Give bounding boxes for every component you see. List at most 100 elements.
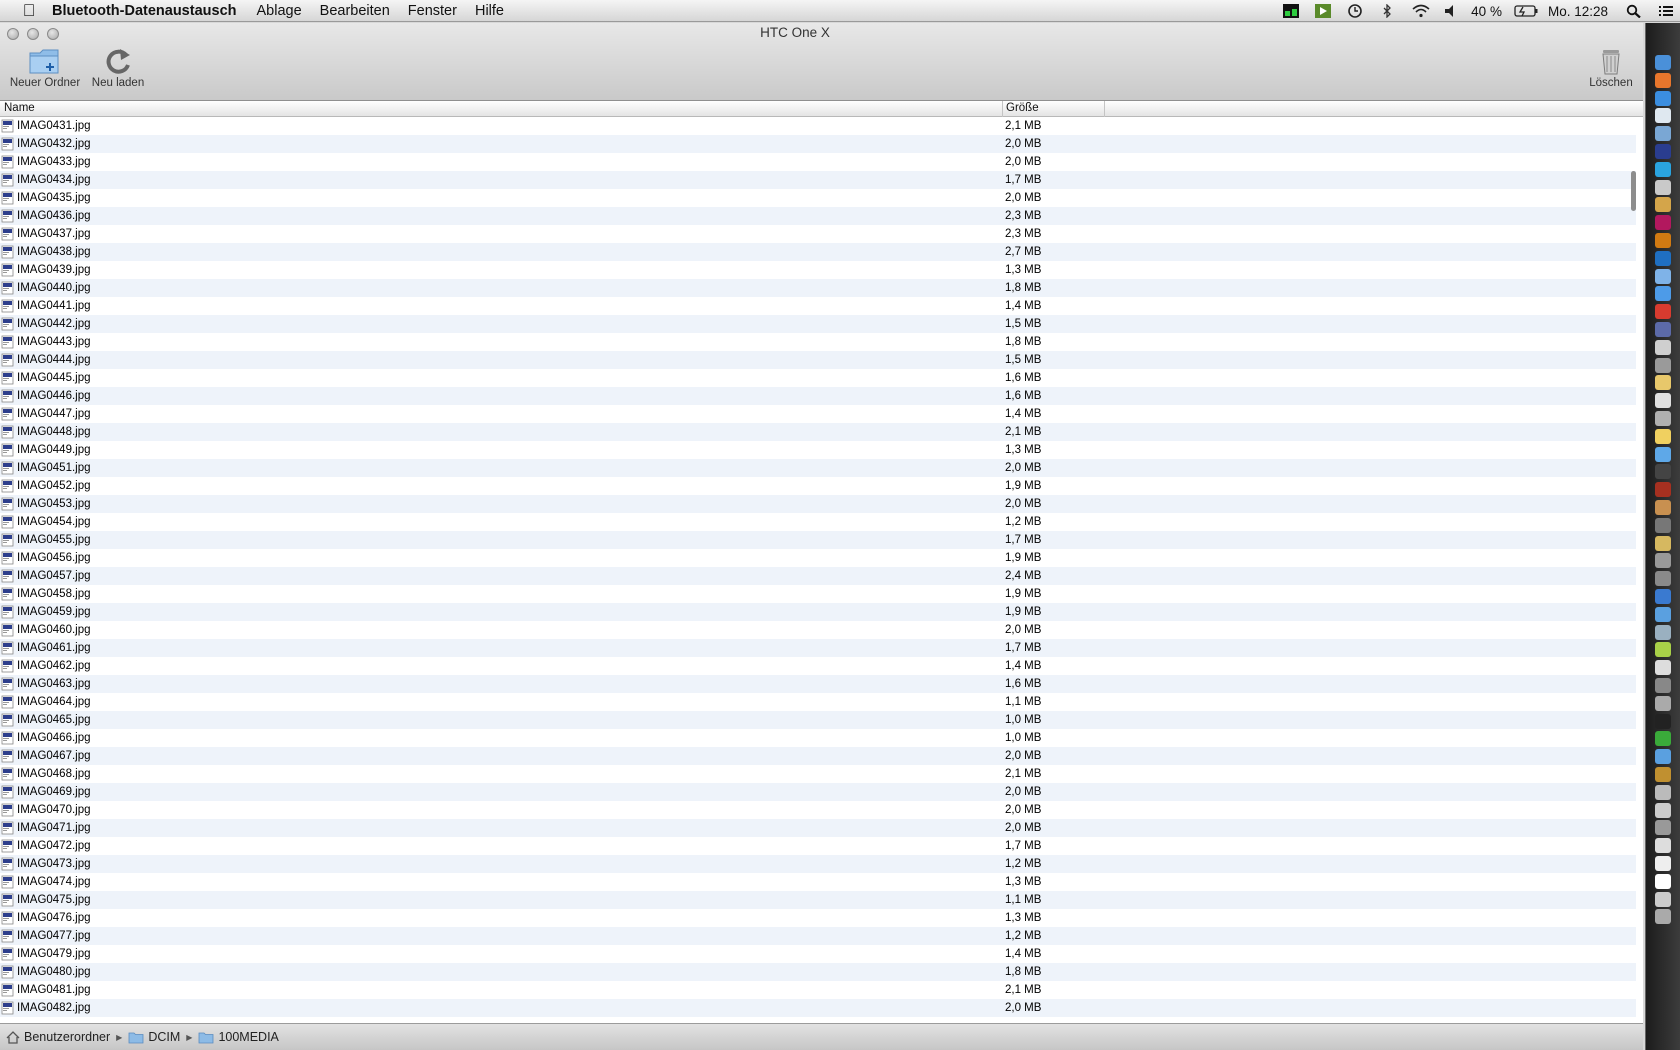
file-row[interactable]: IMAG0435.jpg 2,0 MB (0, 189, 1636, 207)
app-icon[interactable] (1655, 624, 1671, 640)
firefox-icon[interactable] (1655, 72, 1671, 88)
column-divider[interactable] (1002, 101, 1003, 117)
menu-clock[interactable]: Mo. 12:28 (1548, 4, 1608, 19)
app-icon[interactable] (1655, 144, 1671, 159)
file-row[interactable]: IMAG0477.jpg 1,2 MB (0, 927, 1636, 945)
app-icon[interactable] (1655, 606, 1671, 622)
file-row[interactable]: IMAG0470.jpg 2,0 MB (0, 801, 1636, 819)
file-row[interactable]: IMAG0445.jpg 1,6 MB (0, 369, 1636, 387)
notes-icon[interactable] (1655, 428, 1671, 444)
activity-monitor-icon[interactable] (1283, 4, 1300, 18)
file-row[interactable]: IMAG0442.jpg 1,5 MB (0, 315, 1636, 333)
finder-icon[interactable] (1655, 55, 1671, 70)
file-row[interactable]: IMAG0444.jpg 1,5 MB (0, 351, 1636, 369)
app-icon[interactable] (1655, 891, 1671, 907)
file-row[interactable]: IMAG0482.jpg 2,0 MB (0, 999, 1636, 1017)
reload-button[interactable]: Neu laden (88, 47, 148, 89)
file-row[interactable]: IMAG0475.jpg 1,1 MB (0, 891, 1636, 909)
delete-button[interactable]: Löschen (1584, 47, 1638, 89)
app-icon[interactable] (1655, 678, 1671, 693)
app-icon[interactable] (1655, 784, 1671, 800)
app-icon[interactable] (1655, 535, 1671, 551)
menu-bearbeiten[interactable]: Bearbeiten (320, 3, 390, 19)
trash-icon[interactable] (1655, 909, 1671, 925)
app-icon[interactable] (1655, 339, 1671, 355)
path-item-home[interactable]: Benutzerordner (6, 1030, 110, 1044)
app-icon[interactable] (1655, 767, 1671, 782)
file-row[interactable]: IMAG0473.jpg 1,2 MB (0, 855, 1636, 873)
app-icon[interactable] (1655, 856, 1671, 871)
safari-icon[interactable] (1655, 90, 1671, 106)
calendar-icon[interactable] (1655, 393, 1671, 409)
file-row[interactable]: IMAG0454.jpg 1,2 MB (0, 513, 1636, 531)
app-icon[interactable] (1655, 695, 1671, 711)
app-icon[interactable] (1655, 411, 1671, 426)
apple-menu-icon[interactable]:  (18, 1, 40, 21)
chrome-icon[interactable] (1655, 179, 1671, 195)
column-header-size[interactable]: Größe (1006, 102, 1039, 116)
app-icon[interactable] (1655, 357, 1671, 373)
file-row[interactable]: IMAG0449.jpg 1,3 MB (0, 441, 1636, 459)
app-icon[interactable] (1655, 571, 1671, 587)
file-row[interactable]: IMAG0466.jpg 1,0 MB (0, 729, 1636, 747)
file-list[interactable]: IMAG0431.jpg 2,1 MB IMAG0432.jpg 2,0 MB IMAG… (0, 117, 1636, 1023)
file-row[interactable]: IMAG0462.jpg 1,4 MB (0, 657, 1636, 675)
app-icon[interactable] (1655, 517, 1671, 533)
file-row[interactable]: IMAG0481.jpg 2,1 MB (0, 981, 1636, 999)
messages-icon[interactable] (1655, 446, 1671, 462)
app-icon[interactable] (1655, 820, 1671, 836)
file-row[interactable]: IMAG0434.jpg 1,7 MB (0, 171, 1636, 189)
file-row[interactable]: IMAG0471.jpg 2,0 MB (0, 819, 1636, 837)
file-row[interactable]: IMAG0439.jpg 1,3 MB (0, 261, 1636, 279)
preview-icon[interactable] (1655, 126, 1671, 142)
file-row[interactable]: IMAG0436.jpg 2,3 MB (0, 207, 1636, 225)
path-item-100media[interactable]: 100MEDIA (198, 1030, 279, 1044)
battery-icon[interactable] (1514, 4, 1538, 18)
app-icon[interactable] (1655, 838, 1671, 854)
file-row[interactable]: IMAG0456.jpg 1,9 MB (0, 549, 1636, 567)
app-icon[interactable] (1655, 731, 1671, 747)
file-row[interactable]: IMAG0463.jpg 1,6 MB (0, 675, 1636, 693)
app-icon[interactable] (1655, 322, 1671, 337)
itunes-icon[interactable] (1655, 268, 1671, 284)
vertical-scrollbar[interactable] (1631, 171, 1636, 211)
file-row[interactable]: IMAG0437.jpg 2,3 MB (0, 225, 1636, 243)
file-row[interactable]: IMAG0472.jpg 1,7 MB (0, 837, 1636, 855)
app-icon[interactable] (1655, 660, 1671, 676)
file-row[interactable]: IMAG0460.jpg 2,0 MB (0, 621, 1636, 639)
file-row[interactable]: IMAG0447.jpg 1,4 MB (0, 405, 1636, 423)
app-icon[interactable] (1655, 642, 1671, 658)
camera-icon[interactable] (1655, 464, 1671, 480)
file-row[interactable]: IMAG0458.jpg 1,9 MB (0, 585, 1636, 603)
photobooth-icon[interactable] (1655, 482, 1671, 498)
file-row[interactable]: IMAG0459.jpg 1,9 MB (0, 603, 1636, 621)
file-row[interactable]: IMAG0452.jpg 1,9 MB (0, 477, 1636, 495)
file-row[interactable]: IMAG0451.jpg 2,0 MB (0, 459, 1636, 477)
file-row[interactable]: IMAG0455.jpg 1,7 MB (0, 531, 1636, 549)
file-row[interactable]: IMAG0479.jpg 1,4 MB (0, 945, 1636, 963)
bluetooth-icon[interactable] (1379, 3, 1395, 19)
file-row[interactable]: IMAG0465.jpg 1,0 MB (0, 711, 1636, 729)
time-machine-icon[interactable] (1347, 4, 1363, 18)
app-icon[interactable] (1655, 553, 1671, 569)
media-status-icon[interactable] (1315, 4, 1332, 18)
file-row[interactable]: IMAG0468.jpg 2,1 MB (0, 765, 1636, 783)
menu-ablage[interactable]: Ablage (257, 3, 302, 19)
notes-icon[interactable] (1655, 375, 1671, 391)
volume-icon[interactable] (1443, 4, 1459, 18)
file-row[interactable]: IMAG0441.jpg 1,4 MB (0, 297, 1636, 315)
column-header-name[interactable]: Name (4, 102, 35, 116)
new-folder-button[interactable]: Neuer Ordner (6, 47, 84, 89)
app-icon[interactable] (1655, 589, 1671, 604)
file-row[interactable]: IMAG0480.jpg 1,8 MB (0, 963, 1636, 981)
file-row[interactable]: IMAG0433.jpg 2,0 MB (0, 153, 1636, 171)
mail-icon[interactable] (1655, 286, 1671, 302)
skype-icon[interactable] (1655, 161, 1671, 177)
photoshop-icon[interactable] (1655, 250, 1671, 266)
file-row[interactable]: IMAG0474.jpg 1,3 MB (0, 873, 1636, 891)
wifi-icon[interactable] (1411, 4, 1430, 18)
file-row[interactable]: IMAG0469.jpg 2,0 MB (0, 783, 1636, 801)
indesign-icon[interactable] (1655, 215, 1671, 231)
file-row[interactable]: IMAG0461.jpg 1,7 MB (0, 639, 1636, 657)
file-row[interactable]: IMAG0457.jpg 2,4 MB (0, 567, 1636, 585)
